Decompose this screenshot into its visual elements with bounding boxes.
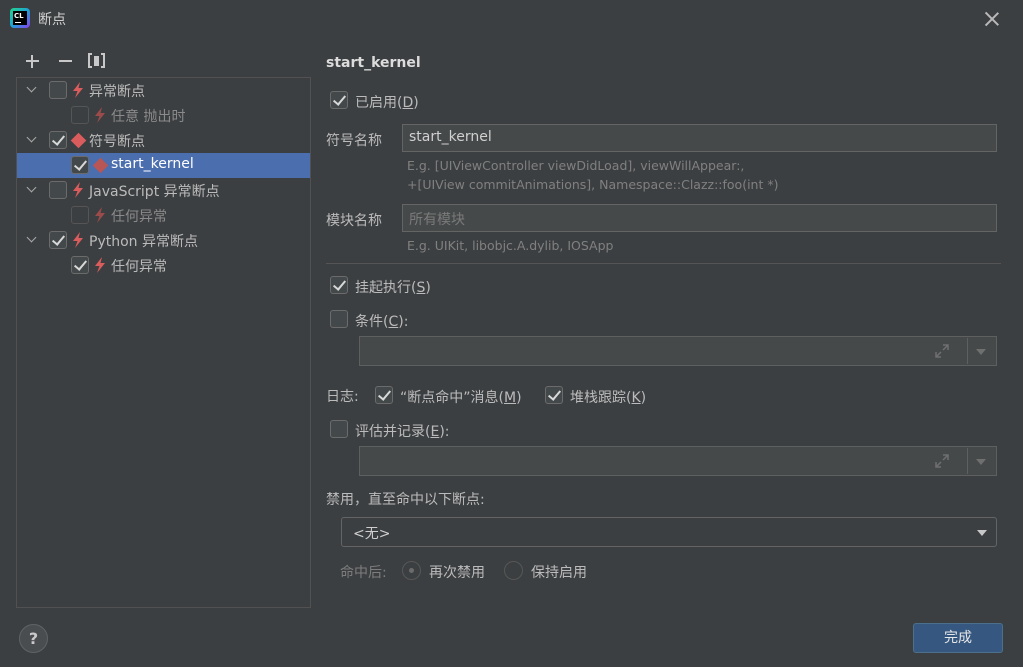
symbol-name-input[interactable]: start_kernel	[402, 124, 997, 152]
clion-app-icon: CL	[10, 8, 30, 28]
chevron-down-icon[interactable]	[27, 135, 37, 145]
tree-item-symbolic-breakpoints[interactable]: 符号断点	[17, 128, 310, 153]
expand-icon[interactable]	[934, 453, 950, 469]
tree-item-start-kernel[interactable]: start_kernel	[17, 153, 310, 178]
condition-input[interactable]	[359, 336, 997, 366]
tree-item-label: start_kernel	[111, 156, 194, 172]
module-hint: E.g. UIKit, libobjc.A.dylib, IOSApp	[407, 238, 614, 253]
window-title: 断点	[38, 12, 66, 28]
module-name-input[interactable]: 所有模块	[402, 204, 997, 232]
close-icon[interactable]	[982, 9, 1002, 29]
tree-item-python-exception[interactable]: Python 异常断点	[17, 228, 310, 253]
lightning-icon	[71, 82, 85, 98]
symbol-hint-line1: E.g. [UIViewController viewDidLoad], vie…	[407, 158, 745, 173]
disable-until-value: <无>	[353, 526, 391, 542]
diamond-icon	[70, 132, 87, 149]
suspend-label[interactable]: 挂起执行(S)	[355, 277, 431, 297]
module-placeholder: 所有模块	[409, 212, 465, 228]
tree-item-js-any-exception[interactable]: 任何异常	[17, 203, 310, 228]
tree-item-label: Python 异常断点	[89, 234, 198, 250]
tree-item-label: 异常断点	[89, 84, 145, 100]
expand-icon[interactable]	[934, 343, 950, 359]
dropdown-arrow-icon[interactable]	[976, 349, 986, 355]
tree-item-label: 符号断点	[89, 134, 145, 150]
lightning-icon	[71, 182, 85, 198]
log-message-label[interactable]: “断点命中”消息(M)	[400, 387, 522, 407]
chevron-down-icon	[977, 530, 987, 536]
tree-checkbox[interactable]	[71, 156, 89, 174]
chevron-down-icon[interactable]	[27, 85, 37, 95]
tree-item-label: 任何异常	[111, 209, 167, 225]
tree-item-python-any-exception[interactable]: 任何异常	[17, 253, 310, 278]
tree-checkbox[interactable]	[49, 231, 67, 249]
radio-disable-again-label[interactable]: 再次禁用	[429, 562, 485, 582]
tree-item-javascript-exception[interactable]: JavaScript 异常断点	[17, 178, 310, 203]
tree-item-label: JavaScript 异常断点	[89, 184, 220, 200]
enabled-label[interactable]: 已启用(D)	[355, 92, 419, 112]
module-name-label: 模块名称	[326, 213, 382, 229]
lightning-icon	[93, 107, 107, 123]
breakpoints-tree[interactable]: 异常断点 任意 抛出时 符号断点 start_kernel JavaScript…	[16, 77, 311, 608]
suspend-checkbox[interactable]	[330, 276, 348, 294]
enabled-checkbox[interactable]	[330, 91, 348, 109]
add-icon[interactable]	[21, 50, 43, 72]
tree-item-exception-breakpoints[interactable]: 异常断点	[17, 78, 310, 103]
tree-checkbox[interactable]	[49, 181, 67, 199]
evaluate-input[interactable]	[359, 446, 997, 476]
symbol-hint-line2: +[UIView commitAnimations], Namespace::C…	[407, 177, 779, 192]
tree-checkbox[interactable]	[71, 206, 89, 224]
group-icon[interactable]	[86, 50, 108, 72]
symbol-name-label: 符号名称	[326, 133, 382, 149]
tree-checkbox[interactable]	[49, 131, 67, 149]
tree-checkbox[interactable]	[71, 106, 89, 124]
chevron-down-icon[interactable]	[27, 185, 37, 195]
tree-item-any-thrown[interactable]: 任意 抛出时	[17, 103, 310, 128]
lightning-icon	[93, 207, 107, 223]
lightning-icon	[93, 257, 107, 273]
stack-trace-label[interactable]: 堆栈跟踪(K)	[570, 387, 646, 407]
disable-until-select[interactable]: <无>	[341, 517, 997, 547]
remove-icon[interactable]	[54, 50, 76, 72]
separator	[326, 263, 1001, 264]
tree-item-label: 任意 抛出时	[111, 109, 186, 125]
log-label: 日志:	[326, 389, 359, 405]
dropdown-arrow-icon[interactable]	[976, 459, 986, 465]
radio-keep-enabled-label[interactable]: 保持启用	[531, 562, 587, 582]
evaluate-label[interactable]: 评估并记录(E):	[355, 421, 450, 441]
breakpoint-heading: start_kernel	[326, 55, 421, 71]
evaluate-checkbox[interactable]	[330, 420, 348, 438]
tree-checkbox[interactable]	[71, 256, 89, 274]
radio-disable-again[interactable]	[402, 561, 421, 580]
log-message-checkbox[interactable]	[375, 386, 393, 404]
diamond-icon	[92, 157, 109, 174]
stack-trace-checkbox[interactable]	[545, 386, 563, 404]
help-button[interactable]: ?	[19, 624, 48, 653]
tree-checkbox[interactable]	[49, 81, 67, 99]
title-bar: CL 断点	[0, 0, 1023, 38]
radio-keep-enabled[interactable]	[504, 561, 523, 580]
disable-until-label: 禁用，直至命中以下断点:	[326, 492, 485, 508]
lightning-icon	[71, 232, 85, 248]
condition-label[interactable]: 条件(C):	[355, 311, 408, 331]
done-button[interactable]: 完成	[913, 623, 1003, 653]
condition-checkbox[interactable]	[330, 310, 348, 328]
tree-item-label: 任何异常	[111, 259, 167, 275]
chevron-down-icon[interactable]	[27, 235, 37, 245]
after-hit-label: 命中后:	[340, 565, 387, 581]
